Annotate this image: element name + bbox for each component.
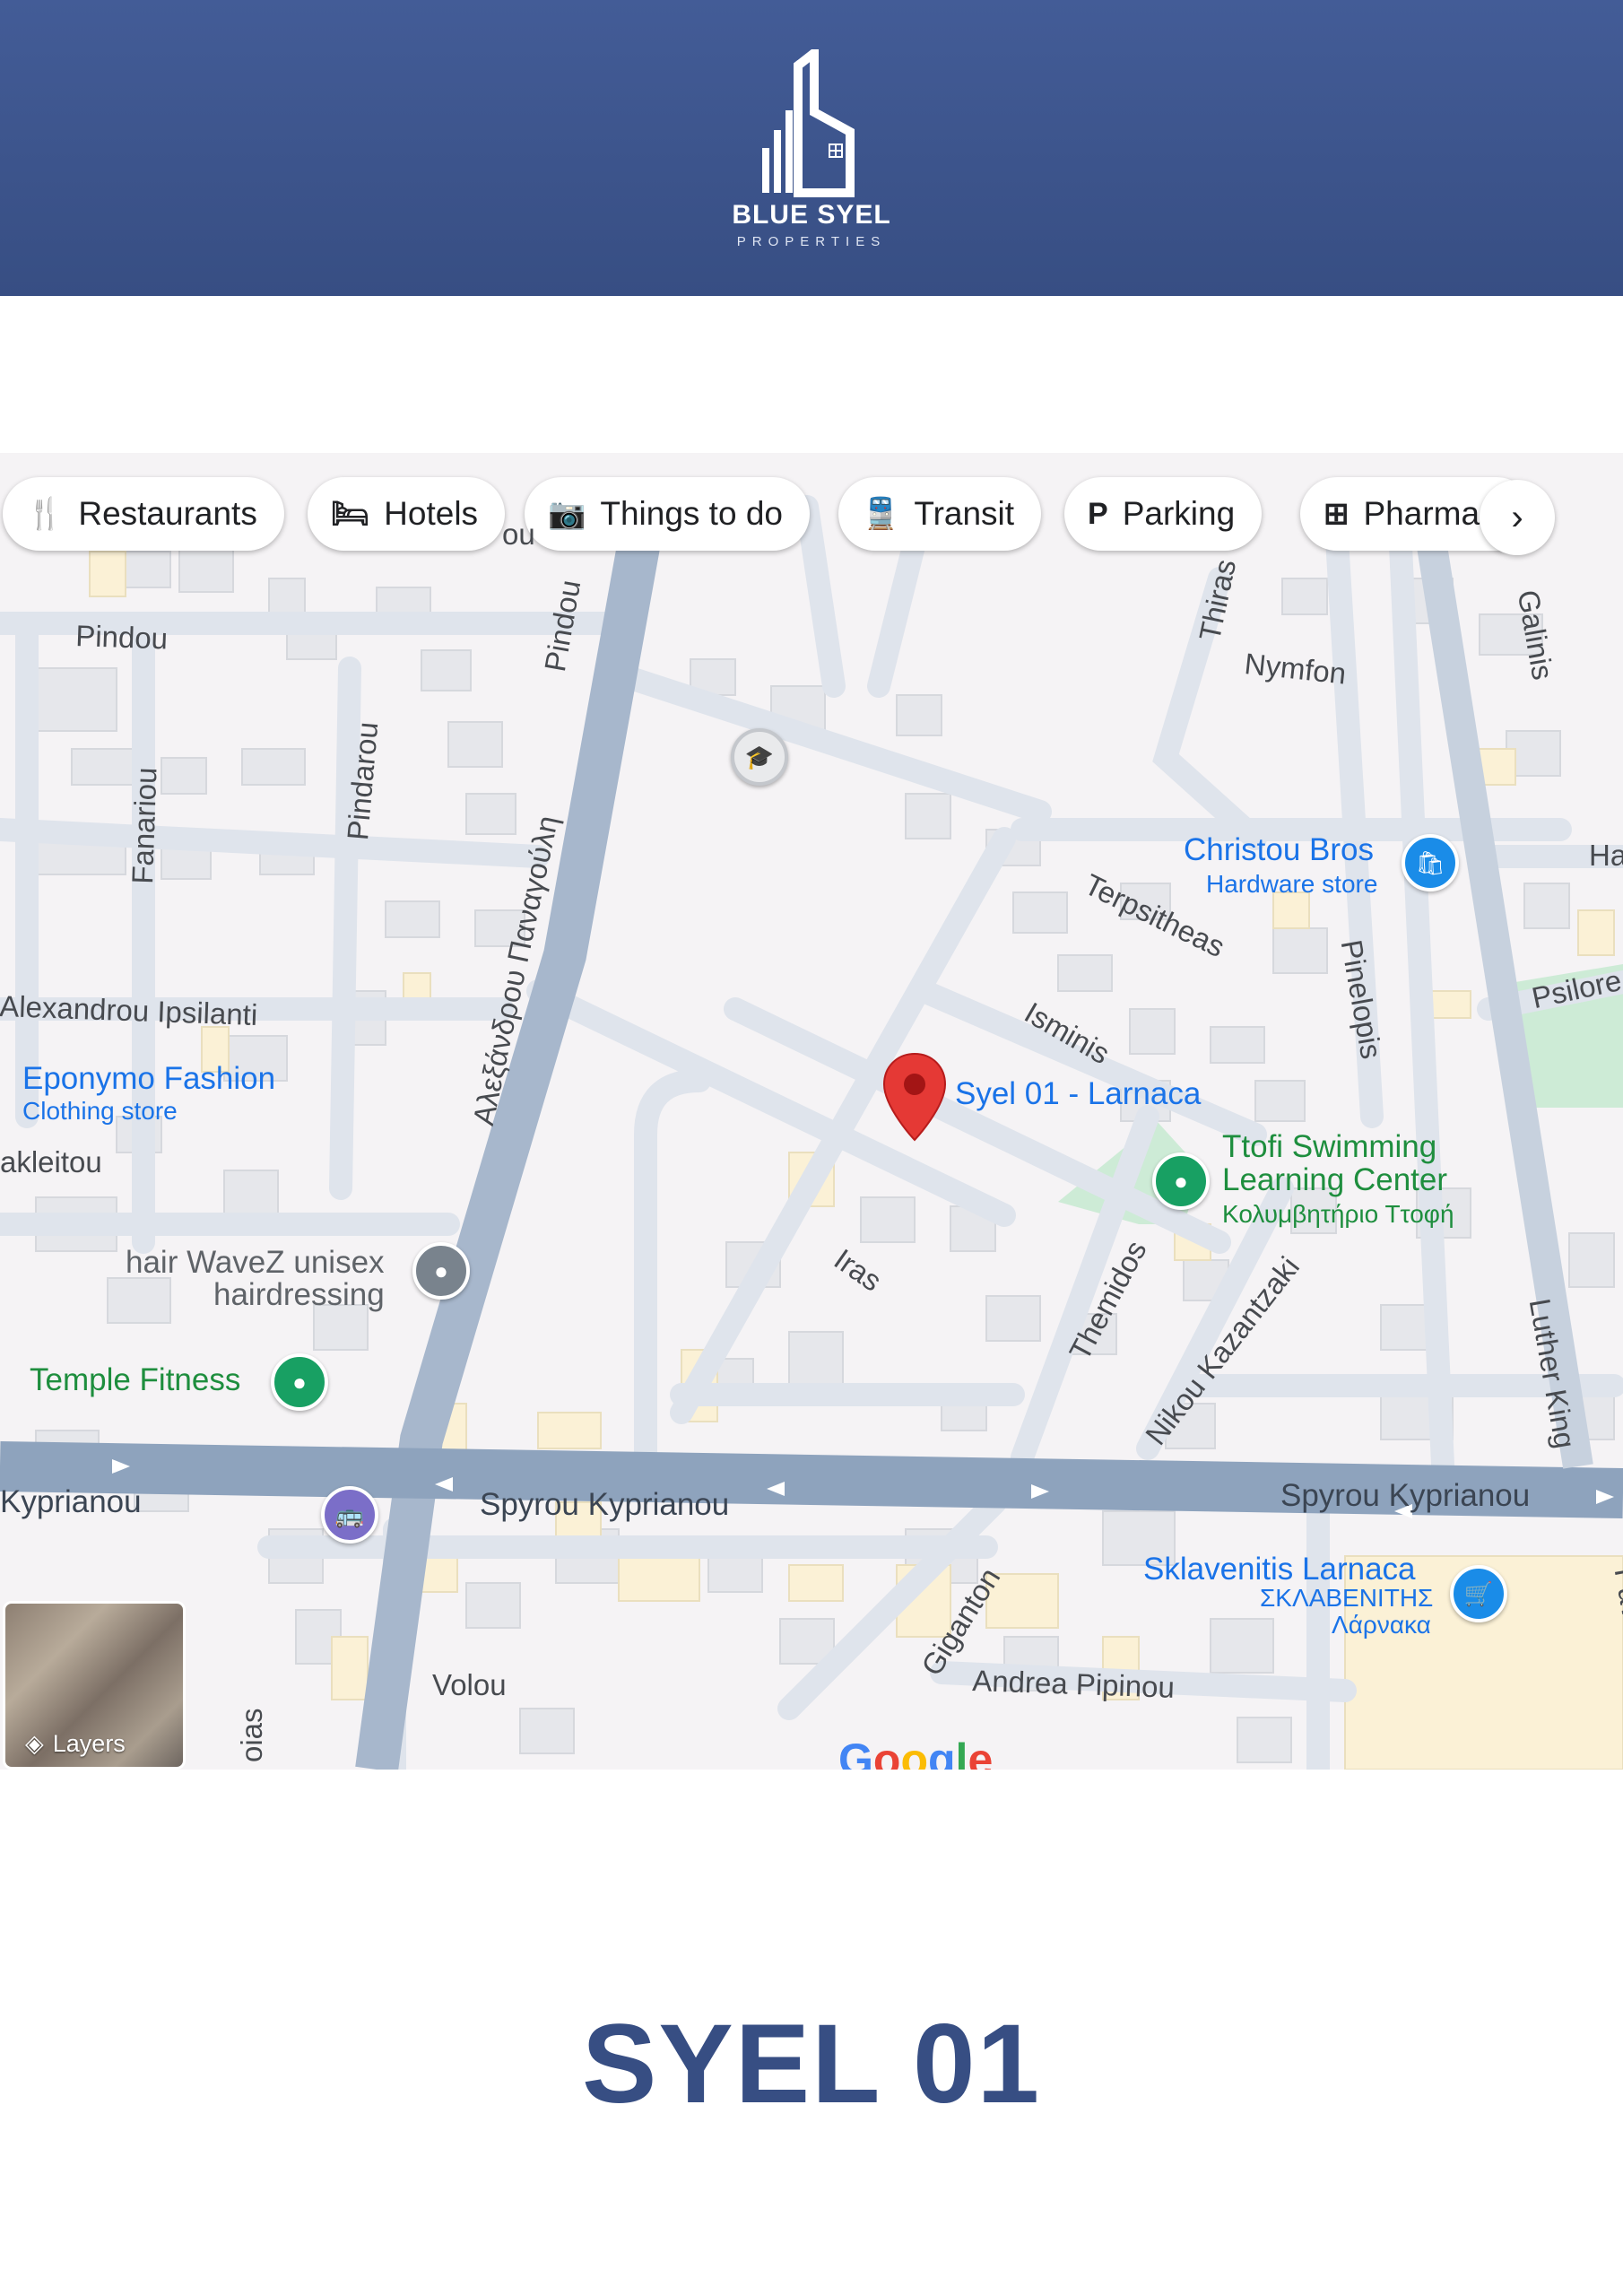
temple-fitness-title[interactable]: Temple Fitness bbox=[30, 1364, 240, 1396]
brand-tagline: PROPERTIES bbox=[736, 234, 887, 249]
temple-fitness-marker[interactable]: ● bbox=[271, 1353, 328, 1411]
restaurant-icon: 🍴 bbox=[26, 497, 65, 531]
shopping-bag-icon: 🛍 bbox=[1415, 848, 1445, 876]
ttofi-title-line1[interactable]: Ttofi Swimming bbox=[1222, 1131, 1436, 1163]
parking-icon: P bbox=[1088, 496, 1108, 531]
layers-label: Layers bbox=[52, 1730, 126, 1757]
eponymo-fashion-subtitle: Clothing store bbox=[22, 1097, 178, 1125]
street-label: Andrea Pipinou bbox=[971, 1664, 1176, 1704]
chip-things-to-do[interactable]: 📷 Things to do bbox=[525, 477, 810, 551]
supermarket-marker[interactable]: 🛒 bbox=[1450, 1565, 1507, 1622]
street-label: Ha bbox=[1589, 839, 1623, 872]
brand-name: BLUE SYEL bbox=[732, 200, 891, 230]
pin-dot-icon: ● bbox=[434, 1257, 448, 1284]
camera-icon: 📷 bbox=[548, 497, 586, 531]
brand-logo: BLUE SYEL PROPERTIES bbox=[722, 49, 901, 256]
street-label: Volou bbox=[432, 1668, 507, 1701]
layers-button[interactable]: ◈ Layers bbox=[3, 1601, 186, 1770]
hairwavez-title-line2[interactable]: hairdressing bbox=[213, 1279, 385, 1311]
school-icon[interactable]: 🎓 bbox=[731, 728, 788, 786]
chip-transit[interactable]: 🚆 Transit bbox=[838, 477, 1042, 551]
street-label: ou bbox=[502, 517, 535, 551]
header-banner: BLUE SYEL PROPERTIES bbox=[0, 0, 1623, 296]
pharmacy-icon: ⊞ bbox=[1324, 497, 1350, 531]
transit-icon: 🚆 bbox=[862, 497, 900, 531]
location-pin-icon[interactable] bbox=[882, 1052, 947, 1142]
hotel-icon: 🛏 bbox=[331, 497, 370, 531]
street-label: Spyrou Kyprianou bbox=[1280, 1478, 1531, 1513]
chip-restaurants[interactable]: 🍴 Restaurants bbox=[3, 477, 284, 551]
street-label: Kyprianou bbox=[0, 1484, 142, 1519]
sklavenitis-subtitle-line1: ΣΚΛΑΒΕΝΙΤΗΣ bbox=[1260, 1584, 1434, 1612]
street-label: Fanariou bbox=[126, 766, 163, 885]
street-label: Pindou bbox=[74, 619, 169, 656]
pin-dot-icon: ● bbox=[292, 1368, 307, 1396]
hairwavez-title-line1[interactable]: hair WaveZ unisex bbox=[126, 1247, 385, 1279]
chip-hotels[interactable]: 🛏 Hotels bbox=[308, 477, 506, 551]
christou-bros-marker[interactable]: 🛍 bbox=[1402, 834, 1459, 891]
christou-bros-subtitle: Hardware store bbox=[1206, 870, 1378, 898]
chips-next-button[interactable]: › bbox=[1480, 480, 1555, 555]
google-logo: Google bbox=[838, 1735, 994, 1770]
pin-dot-icon: ● bbox=[1174, 1167, 1188, 1195]
property-title: SYEL 01 bbox=[582, 2002, 1041, 2126]
christou-bros-title[interactable]: Christou Bros bbox=[1184, 834, 1374, 866]
shopping-cart-icon: 🛒 bbox=[1463, 1579, 1494, 1607]
map-view[interactable]: 🍴 Restaurants 🛏 Hotels 📷 Things to do 🚆 … bbox=[0, 453, 1623, 1770]
sklavenitis-subtitle-line2: Λάρνακα bbox=[1332, 1611, 1431, 1639]
street-label: oias bbox=[235, 1708, 268, 1762]
street-label: akleitou bbox=[0, 1145, 102, 1178]
building-logo-icon bbox=[762, 49, 855, 197]
eponymo-fashion-title[interactable]: Eponymo Fashion bbox=[22, 1063, 275, 1095]
sklavenitis-title[interactable]: Sklavenitis Larnaca bbox=[1143, 1553, 1416, 1586]
chevron-right-icon: › bbox=[1511, 497, 1523, 537]
swimming-center-marker[interactable]: ● bbox=[1152, 1152, 1210, 1210]
bus-stop-icon[interactable]: 🚌 bbox=[321, 1486, 378, 1544]
hairdresser-marker[interactable]: ● bbox=[412, 1242, 470, 1300]
street-label: Spyrou Kyprianou bbox=[480, 1487, 730, 1522]
ttofi-subtitle: Κολυμβητήριο Ττοφή bbox=[1222, 1200, 1454, 1228]
layers-icon: ◈ bbox=[25, 1730, 44, 1757]
syel-location-label[interactable]: Syel 01 - Larnaca bbox=[955, 1078, 1201, 1110]
ttofi-title-line2[interactable]: Learning Center bbox=[1222, 1164, 1447, 1196]
chip-parking[interactable]: P Parking bbox=[1064, 477, 1263, 551]
